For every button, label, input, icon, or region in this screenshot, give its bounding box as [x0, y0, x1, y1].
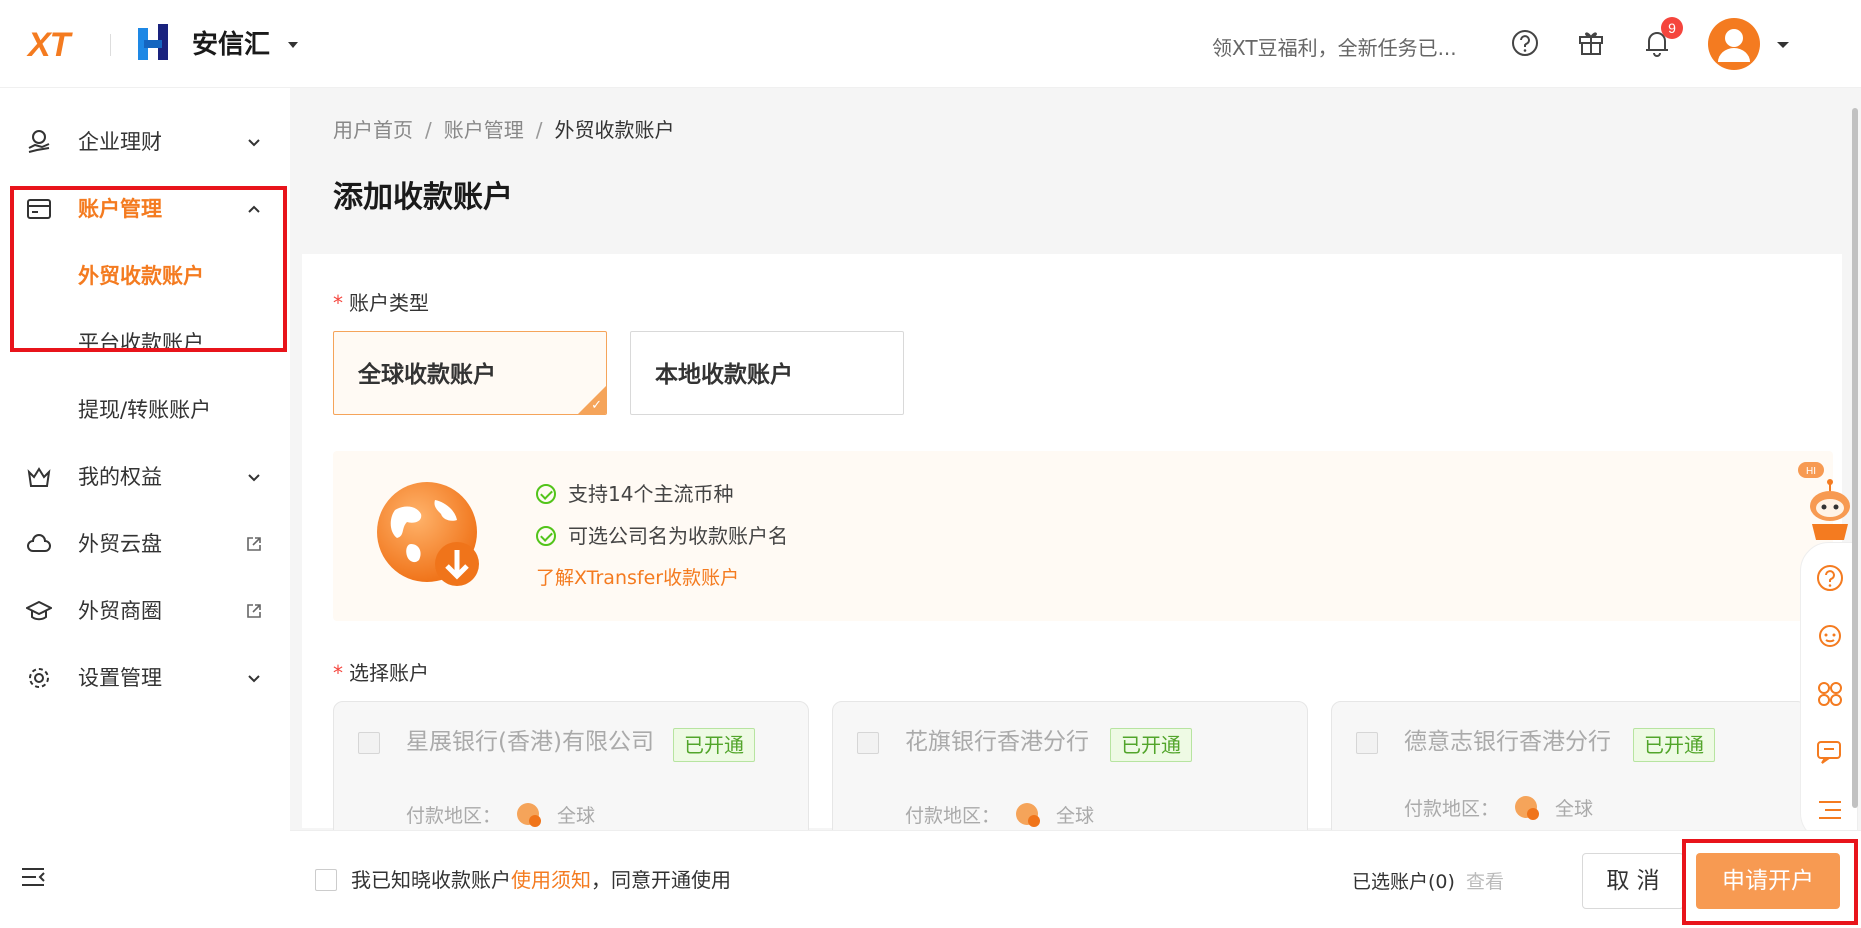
- region-label: 付款地区：: [406, 805, 502, 827]
- highlight-box: [10, 186, 287, 352]
- page-title: 添加收款账户: [333, 180, 513, 215]
- xt-logo[interactable]: XT: [28, 28, 70, 62]
- required-mark: *: [333, 661, 343, 685]
- bank-card-dbs[interactable]: 星展银行(香港)有限公司 已开通 付款地区： 全球: [333, 701, 809, 841]
- account-type-title: 本地收款账户: [655, 362, 793, 388]
- view-selected-link[interactable]: 查看: [1466, 868, 1504, 896]
- status-badge: 已开通: [1110, 728, 1192, 762]
- crown-icon: [27, 467, 51, 487]
- user-icon: [1718, 29, 1750, 62]
- help-icon[interactable]: [1815, 563, 1845, 593]
- chevron-down-icon: [248, 139, 260, 147]
- external-link-icon: [247, 604, 261, 618]
- globe-icon: [1016, 803, 1040, 827]
- breadcrumb-separator: /: [535, 118, 543, 142]
- assistant-robot-icon[interactable]: HI: [1798, 462, 1858, 542]
- breadcrumb: 用户首页 / 账户管理 / 外贸收款账户: [333, 116, 675, 144]
- agree-prefix: 我已知晓收款账户: [351, 868, 511, 892]
- account-type-label: * 账户类型: [333, 289, 429, 317]
- bank-card-deutsche[interactable]: 德意志银行香港分行 已开通 付款地区： 全球: [1331, 701, 1807, 841]
- select-account-label: * 选择账户: [333, 659, 429, 687]
- notification-badge: 9: [1661, 17, 1683, 39]
- account-type-title: 全球收款账户: [358, 362, 496, 388]
- breadcrumb-home[interactable]: 用户首页: [333, 118, 413, 142]
- region-value: 全球: [1555, 798, 1594, 820]
- external-link-icon: [247, 537, 261, 551]
- feature-text: 支持14个主流币种: [568, 482, 734, 506]
- check-circle-icon: [536, 484, 556, 504]
- sidebar-item-label: 企业理财: [78, 130, 162, 154]
- brand-dropdown-icon[interactable]: [288, 42, 298, 48]
- check-icon: ✓: [591, 398, 602, 413]
- bank-checkbox[interactable]: [358, 732, 380, 754]
- sidebar-item-settings[interactable]: 设置管理: [0, 638, 290, 718]
- breadcrumb-current: 外贸收款账户: [554, 118, 675, 142]
- chevron-down-icon: [248, 675, 260, 683]
- agreement-text: 我已知晓收款账户使用须知，同意开通使用: [351, 866, 731, 894]
- sidebar-subitem-label: 提现/转账账户: [78, 398, 212, 422]
- user-avatar[interactable]: [1708, 18, 1760, 70]
- bank-card-citi[interactable]: 花旗银行香港分行 已开通 付款地区： 全球: [832, 701, 1308, 841]
- chat-icon[interactable]: [1815, 737, 1845, 767]
- globe-icon: [1515, 796, 1539, 820]
- feature-text: 可选公司名为收款账户名: [568, 524, 788, 548]
- highlight-box: [1682, 839, 1858, 925]
- region-value: 全球: [557, 805, 596, 827]
- top-header: XT 安信汇 领XT豆福利，全新任务已... 9: [0, 0, 1861, 88]
- status-badge: 已开通: [1633, 728, 1715, 762]
- assistant-hi-text: HI: [1806, 466, 1816, 477]
- coin-hand-icon: [28, 130, 50, 153]
- region-label: 付款地区：: [1404, 798, 1500, 820]
- bank-name: 德意志银行香港分行: [1404, 729, 1611, 755]
- required-mark: *: [333, 291, 343, 315]
- learn-more-link[interactable]: 了解XTransfer收款账户: [536, 564, 739, 592]
- account-type-label-text: 账户类型: [349, 291, 429, 315]
- float-toolbar: [1800, 542, 1858, 842]
- agree-checkbox[interactable]: [315, 869, 337, 891]
- account-type-local[interactable]: 本地收款账户: [630, 331, 904, 415]
- chevron-down-icon: [248, 474, 260, 482]
- feature-currencies: 支持14个主流币种: [536, 480, 733, 508]
- menu-collapse-icon[interactable]: [20, 864, 46, 890]
- scrollbar-thumb[interactable]: [1852, 108, 1858, 808]
- sidebar-item-label: 外贸商圈: [78, 599, 162, 623]
- breadcrumb-separator: /: [425, 118, 432, 142]
- promo-text[interactable]: 领XT豆福利，全新任务已...: [1212, 34, 1457, 62]
- cloud-icon: [27, 534, 51, 552]
- brand-name[interactable]: 安信汇: [192, 28, 270, 62]
- account-type-global[interactable]: 全球收款账户 ✓: [333, 331, 607, 415]
- selected-accounts-count: 已选账户(0): [1352, 871, 1455, 893]
- graduation-cap-icon: [26, 600, 52, 621]
- agree-suffix: ，同意开通使用: [591, 868, 731, 892]
- customer-service-icon[interactable]: [1815, 621, 1845, 651]
- avatar-dropdown-icon[interactable]: [1777, 42, 1789, 48]
- scrollbar[interactable]: [1851, 98, 1859, 828]
- cancel-button[interactable]: 取 消: [1582, 853, 1684, 909]
- bank-name: 花旗银行香港分行: [905, 729, 1089, 755]
- logo-divider: [110, 34, 111, 56]
- sidebar-item-label: 外贸云盘: [78, 532, 162, 556]
- bank-name: 星展银行(香港)有限公司: [406, 729, 654, 755]
- sidebar-item-label: 设置管理: [78, 666, 162, 690]
- globe-icon: [517, 803, 541, 827]
- gear-icon: [29, 668, 49, 688]
- bank-checkbox[interactable]: [857, 732, 879, 754]
- bank-checkbox[interactable]: [1356, 732, 1378, 754]
- usage-notice-link[interactable]: 使用须知: [511, 868, 591, 892]
- help-icon[interactable]: [1508, 26, 1542, 60]
- gift-icon[interactable]: [1574, 26, 1608, 60]
- globe-download-icon: [377, 482, 479, 586]
- brand-logo-icon: [138, 24, 168, 60]
- apps-icon[interactable]: [1815, 679, 1845, 709]
- check-circle-icon: [536, 526, 556, 546]
- status-badge: 已开通: [673, 728, 755, 762]
- select-account-label-text: 选择账户: [349, 661, 429, 685]
- breadcrumb-account[interactable]: 账户管理: [444, 118, 524, 142]
- region-value: 全球: [1056, 805, 1095, 827]
- sidebar-item-label: 我的权益: [78, 465, 162, 489]
- region-label: 付款地区：: [905, 805, 1001, 827]
- list-icon[interactable]: [1815, 795, 1845, 825]
- feature-company-name: 可选公司名为收款账户名: [536, 522, 788, 550]
